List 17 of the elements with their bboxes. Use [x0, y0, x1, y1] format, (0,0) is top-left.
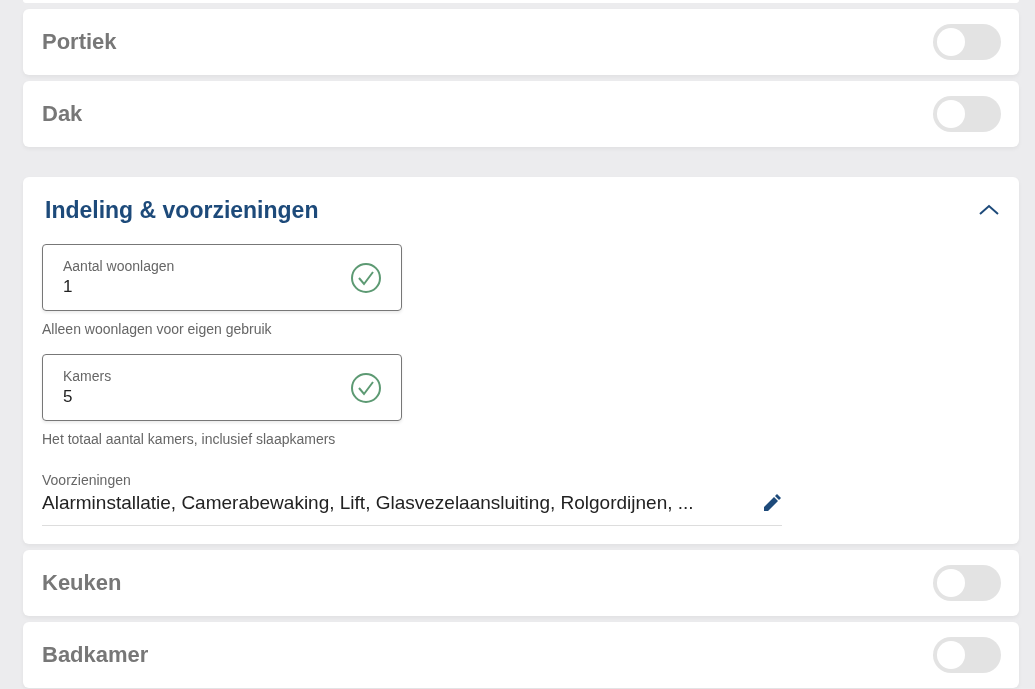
toggle-switch[interactable] [933, 637, 1001, 673]
field-label: Voorzieningen [42, 472, 131, 488]
input-field[interactable]: Kamers 5 [42, 354, 402, 421]
section-title: Portiek [42, 29, 117, 55]
chevron-up-icon[interactable] [978, 203, 1000, 217]
section-title: Dak [42, 101, 83, 127]
section-title: Badkamer [42, 642, 149, 668]
input-field[interactable]: Aantal woonlagen 1 [42, 244, 402, 311]
pencil-icon[interactable] [762, 493, 782, 513]
toggle-switch[interactable] [933, 96, 1001, 132]
section-title: Keuken [42, 570, 122, 596]
field-value: Alarminstallatie, Camerabewaking, Lift, Glasvezelaansluiting, Rolgordijnen, ... [42, 492, 694, 514]
section-title: Indeling & voorzieningen [45, 196, 319, 224]
field-hint: Het totaal aantal kamers, inclusief slaapkamers [42, 431, 336, 447]
field-hint: Alleen woonlagen voor eigen gebruik [42, 321, 272, 337]
toggle-switch[interactable] [933, 565, 1001, 601]
toggle-switch[interactable] [933, 24, 1001, 60]
